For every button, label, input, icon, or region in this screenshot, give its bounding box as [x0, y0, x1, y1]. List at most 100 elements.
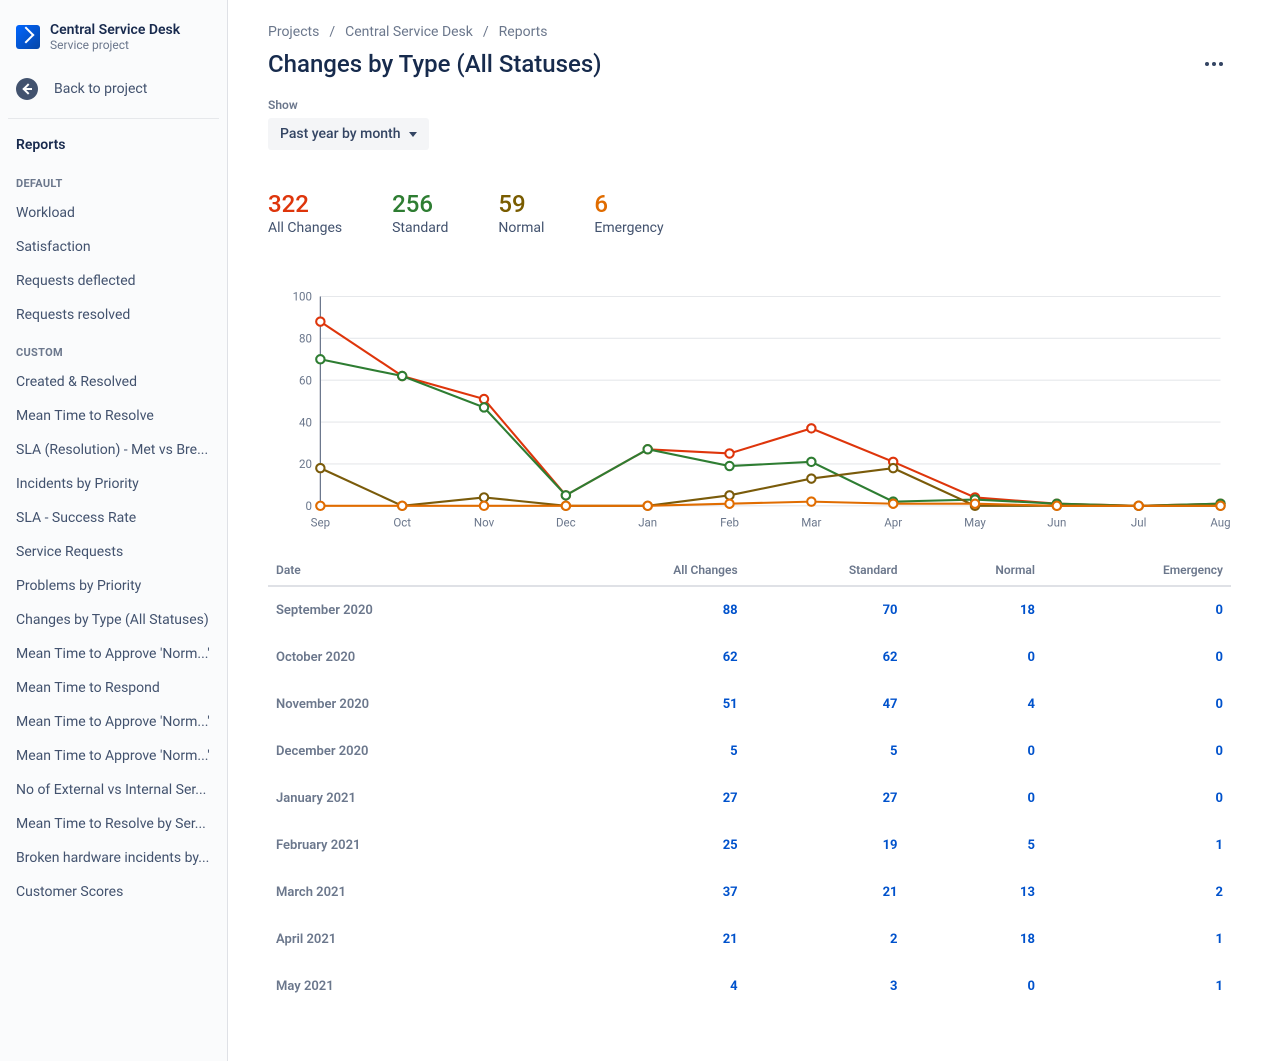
cell-normal[interactable]: 18	[906, 586, 1043, 634]
project-header[interactable]: Central Service Desk Service project	[8, 16, 219, 64]
default-reports-list: WorkloadSatisfactionRequests deflectedRe…	[8, 196, 219, 332]
sidebar-item[interactable]: Service Requests	[8, 535, 219, 569]
cell-all[interactable]: 25	[547, 822, 746, 869]
breadcrumb-link[interactable]: Projects	[268, 24, 319, 40]
section-label-custom: CUSTOM	[8, 332, 219, 365]
cell-normal[interactable]: 4	[906, 681, 1043, 728]
cell-all[interactable]: 5	[547, 728, 746, 775]
cell-emergency[interactable]: 2	[1043, 869, 1231, 916]
table-row: April 2021212181	[268, 916, 1231, 963]
cell-standard[interactable]: 21	[746, 869, 906, 916]
time-range-dropdown[interactable]: Past year by month	[268, 118, 429, 150]
svg-text:Sep: Sep	[311, 516, 330, 530]
cell-date: January 2021	[268, 775, 547, 822]
cell-date: April 2021	[268, 916, 547, 963]
cell-normal[interactable]: 5	[906, 822, 1043, 869]
more-actions-button[interactable]	[1197, 54, 1231, 74]
sidebar-item[interactable]: SLA - Success Rate	[8, 501, 219, 535]
cell-emergency[interactable]: 1	[1043, 963, 1231, 1010]
summary-label: Emergency	[594, 220, 663, 236]
table-row: May 20214301	[268, 963, 1231, 1010]
table-row: November 2020514740	[268, 681, 1231, 728]
cell-all[interactable]: 62	[547, 634, 746, 681]
sidebar-item[interactable]: Broken hardware incidents by...	[8, 841, 219, 875]
breadcrumb-link[interactable]: Reports	[499, 24, 548, 40]
cell-emergency[interactable]: 0	[1043, 634, 1231, 681]
cell-normal[interactable]: 0	[906, 775, 1043, 822]
cell-date: May 2021	[268, 963, 547, 1010]
arrow-left-icon	[16, 78, 38, 100]
cell-standard[interactable]: 27	[746, 775, 906, 822]
svg-text:80: 80	[299, 332, 312, 346]
sidebar-item[interactable]: Mean Time to Approve 'Norm...'	[8, 705, 219, 739]
sidebar-item[interactable]: Requests resolved	[8, 298, 219, 332]
svg-text:Mar: Mar	[801, 516, 821, 530]
main-content: Projects / Central Service Desk / Report…	[228, 0, 1271, 1061]
sidebar-item[interactable]: Mean Time to Approve 'Norm...'	[8, 739, 219, 773]
dots-icon	[1205, 62, 1209, 66]
cell-standard[interactable]: 62	[746, 634, 906, 681]
summary-card: 59Normal	[498, 190, 544, 236]
sidebar-item[interactable]: Incidents by Priority	[8, 467, 219, 501]
summary-card: 322All Changes	[268, 190, 342, 236]
cell-standard[interactable]: 3	[746, 963, 906, 1010]
svg-text:Jun: Jun	[1047, 516, 1066, 530]
breadcrumb-link[interactable]: Central Service Desk	[345, 24, 473, 40]
cell-all[interactable]: 51	[547, 681, 746, 728]
cell-standard[interactable]: 70	[746, 586, 906, 634]
project-icon	[16, 25, 40, 49]
sidebar-item[interactable]: No of External vs Internal Ser...	[8, 773, 219, 807]
sidebar-item[interactable]: Mean Time to Resolve by Ser...	[8, 807, 219, 841]
sidebar-item[interactable]: Workload	[8, 196, 219, 230]
sidebar-item[interactable]: Customer Scores	[8, 875, 219, 909]
cell-all[interactable]: 4	[547, 963, 746, 1010]
cell-all[interactable]: 21	[547, 916, 746, 963]
svg-text:Dec: Dec	[556, 516, 576, 530]
cell-emergency[interactable]: 1	[1043, 916, 1231, 963]
summary-card: 256Standard	[392, 190, 448, 236]
cell-emergency[interactable]: 1	[1043, 822, 1231, 869]
table-row: February 2021251951	[268, 822, 1231, 869]
cell-emergency[interactable]: 0	[1043, 728, 1231, 775]
sidebar-item[interactable]: Problems by Priority	[8, 569, 219, 603]
cell-standard[interactable]: 5	[746, 728, 906, 775]
cell-standard[interactable]: 47	[746, 681, 906, 728]
cell-emergency[interactable]: 0	[1043, 586, 1231, 634]
cell-all[interactable]: 37	[547, 869, 746, 916]
cell-date: November 2020	[268, 681, 547, 728]
dropdown-value: Past year by month	[280, 126, 401, 142]
cell-all[interactable]: 88	[547, 586, 746, 634]
cell-normal[interactable]: 13	[906, 869, 1043, 916]
back-label: Back to project	[54, 81, 147, 97]
cell-emergency[interactable]: 0	[1043, 775, 1231, 822]
sidebar: Central Service Desk Service project Bac…	[0, 0, 228, 1061]
back-to-project-link[interactable]: Back to project	[8, 64, 219, 114]
sidebar-item[interactable]: Mean Time to Resolve	[8, 399, 219, 433]
svg-text:40: 40	[299, 415, 312, 429]
sidebar-item[interactable]: SLA (Resolution) - Met vs Bre...	[8, 433, 219, 467]
cell-normal[interactable]: 0	[906, 634, 1043, 681]
svg-text:Apr: Apr	[884, 516, 902, 530]
cell-all[interactable]: 27	[547, 775, 746, 822]
sidebar-item[interactable]: Requests deflected	[8, 264, 219, 298]
sidebar-item[interactable]: Satisfaction	[8, 230, 219, 264]
sidebar-item[interactable]: Mean Time to Respond	[8, 671, 219, 705]
svg-text:Nov: Nov	[474, 516, 495, 530]
summary-value: 256	[392, 190, 448, 218]
cell-date: September 2020	[268, 586, 547, 634]
table-row: September 20208870180	[268, 586, 1231, 634]
cell-normal[interactable]: 0	[906, 963, 1043, 1010]
sidebar-item[interactable]: Mean Time to Approve 'Norm...'	[8, 637, 219, 671]
divider	[8, 118, 219, 119]
page-title: Changes by Type (All Statuses)	[268, 50, 602, 78]
cell-normal[interactable]: 0	[906, 728, 1043, 775]
project-title: Central Service Desk	[50, 22, 180, 38]
cell-emergency[interactable]: 0	[1043, 681, 1231, 728]
summary-value: 322	[268, 190, 342, 218]
cell-standard[interactable]: 19	[746, 822, 906, 869]
sidebar-item[interactable]: Created & Resolved	[8, 365, 219, 399]
sidebar-item[interactable]: Changes by Type (All Statuses)	[8, 603, 219, 637]
cell-normal[interactable]: 18	[906, 916, 1043, 963]
col-header-emergency: Emergency	[1043, 555, 1231, 586]
cell-standard[interactable]: 2	[746, 916, 906, 963]
